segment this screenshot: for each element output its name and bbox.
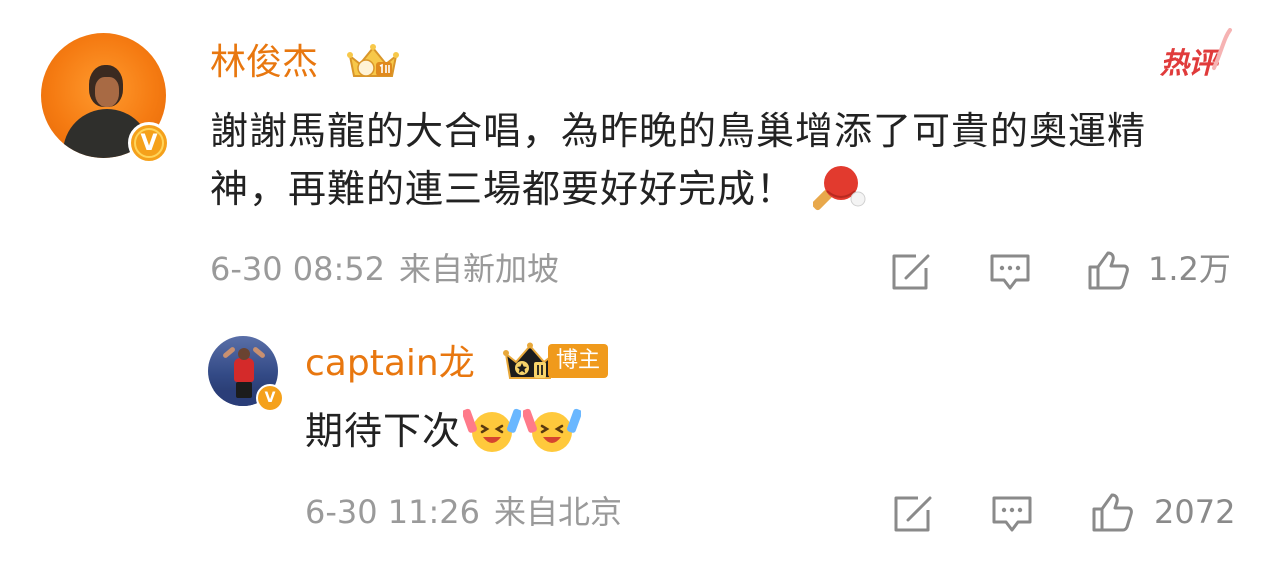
reply-location: 来自北京 [494,493,623,531]
share-icon[interactable] [890,494,934,534]
comment-icon[interactable] [990,494,1034,534]
reply-time: 6-30 11:26 [305,493,481,531]
like-count: 1.2万 [1148,250,1231,288]
crown-level-badge-icon [347,44,399,77]
blogger-tag: 博主 [548,344,609,378]
like-count: 2072 [1154,493,1236,531]
comment-icon[interactable] [988,252,1032,292]
avatar-person-face [95,77,119,107]
verified-badge-mark: V [140,130,158,156]
reply-text: 期待下次 [305,402,583,460]
comment-text: 謝謝馬龍的大合唱，為昨晚的鳥巢增添了可貴的奧運精神，再難的連三場都要好好完成！ [210,102,1220,218]
hot-comment-tag: 热评 [1160,46,1217,80]
avatar-player-legs [236,382,252,398]
avatar-player-arm [252,346,266,359]
verified-badge-icon: V [128,122,170,164]
comment-location: 来自新加坡 [399,250,560,288]
comment-body: 謝謝馬龍的大合唱，為昨晚的鳥巢增添了可貴的奧運精神，再難的連三場都要好好完成！ [210,109,1147,211]
weibo-comment-thread: V 林俊杰 热评 謝謝馬龍的大合唱，為昨晚的鳥巢增添了可貴的奧運精神，再難的連三… [0,0,1280,567]
hot-tag-flourish-icon [1212,28,1232,70]
avatar-player-arm [222,346,236,359]
username[interactable]: 林俊杰 [210,40,318,86]
pingpong-icon [811,163,869,213]
cheer-icon [521,405,583,455]
share-icon[interactable] [888,252,932,292]
avatar-player-head [238,348,250,360]
reply-username[interactable]: captain龙 [305,341,475,387]
reply-meta: 6-30 11:26 来自北京 [305,492,622,532]
comment-time: 6-30 08:52 [210,250,386,288]
reply-body: 期待下次 [305,409,462,453]
verified-badge-icon: V [256,384,284,412]
avatar-player-shirt [234,358,254,382]
cheer-icon [461,405,523,455]
comment-meta: 6-30 08:52 来自新加坡 [210,249,559,289]
like-icon[interactable] [1086,250,1130,290]
like-icon[interactable] [1090,492,1134,532]
verified-badge-mark: V [264,390,276,406]
